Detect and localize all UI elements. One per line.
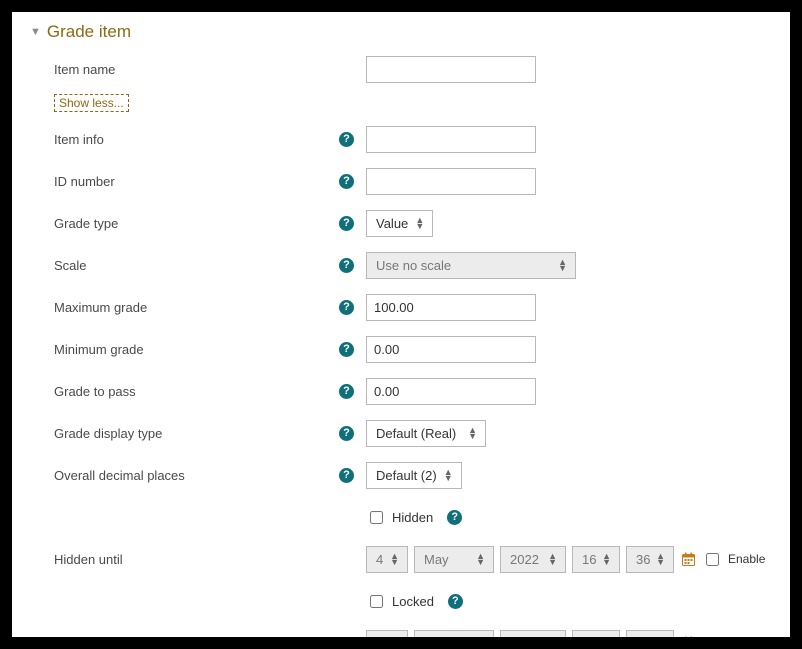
label-locked: Locked bbox=[392, 594, 434, 609]
row-grade-type: Grade type ? Value ▲▼ bbox=[30, 206, 772, 240]
hidden-until-day[interactable]: 4 ▲▼ bbox=[366, 546, 408, 573]
sort-icon: ▲▼ bbox=[548, 553, 557, 565]
sort-icon: ▲▼ bbox=[468, 427, 477, 439]
help-icon[interactable]: ? bbox=[339, 300, 354, 315]
hidden-until-year[interactable]: 2022 ▲▼ bbox=[500, 546, 566, 573]
calendar-icon[interactable] bbox=[680, 551, 696, 567]
label-item-name: Item name bbox=[54, 62, 115, 77]
help-icon[interactable]: ? bbox=[447, 510, 462, 525]
row-decimal-places: Overall decimal places ? Default (2) ▲▼ bbox=[30, 458, 772, 492]
label-enable: Enable bbox=[728, 552, 765, 566]
label-id-number: ID number bbox=[54, 174, 115, 189]
row-hidden: Hidden ? bbox=[30, 500, 772, 534]
row-min-grade: Minimum grade ? bbox=[30, 332, 772, 366]
display-type-select[interactable]: Default (Real) ▲▼ bbox=[366, 420, 486, 447]
row-id-number: ID number ? bbox=[30, 164, 772, 198]
help-icon[interactable]: ? bbox=[339, 384, 354, 399]
lock-after-hour[interactable]: 16 ▲▼ bbox=[572, 630, 620, 638]
hidden-until-month[interactable]: May ▲▼ bbox=[414, 546, 494, 573]
row-locked: Locked ? bbox=[30, 584, 772, 618]
label-grade-to-pass: Grade to pass bbox=[54, 384, 136, 399]
grade-item-panel: ▼ Grade item Item name Show less... Item… bbox=[12, 12, 790, 637]
row-display-type: Grade display type ? Default (Real) ▲▼ bbox=[30, 416, 772, 450]
label-hidden: Hidden bbox=[392, 510, 433, 525]
sort-icon: ▲▼ bbox=[415, 217, 424, 229]
lock-after-day[interactable]: 4 ▲▼ bbox=[366, 630, 408, 638]
label-scale: Scale bbox=[54, 258, 87, 273]
row-grade-to-pass: Grade to pass ? bbox=[30, 374, 772, 408]
grade-to-pass-input[interactable] bbox=[366, 378, 536, 405]
help-icon[interactable]: ? bbox=[339, 468, 354, 483]
label-item-info: Item info bbox=[54, 132, 104, 147]
id-number-input[interactable] bbox=[366, 168, 536, 195]
section-title: Grade item bbox=[47, 22, 131, 42]
help-icon[interactable]: ? bbox=[339, 426, 354, 441]
label-enable: Enable bbox=[728, 636, 765, 637]
calendar-icon[interactable] bbox=[680, 635, 696, 637]
row-max-grade: Maximum grade ? bbox=[30, 290, 772, 324]
lock-after-minute[interactable]: 36 ▲▼ bbox=[626, 630, 674, 638]
sort-icon: ▲▼ bbox=[558, 259, 567, 271]
hidden-until-enable-checkbox[interactable] bbox=[706, 553, 719, 566]
grade-type-select[interactable]: Value ▲▼ bbox=[366, 210, 433, 237]
min-grade-input[interactable] bbox=[366, 336, 536, 363]
help-icon[interactable]: ? bbox=[339, 174, 354, 189]
row-scale: Scale ? Use no scale ▲▼ bbox=[30, 248, 772, 282]
lock-after-year[interactable]: 2022 ▲▼ bbox=[500, 630, 566, 638]
scale-select: Use no scale ▲▼ bbox=[366, 252, 576, 279]
sort-icon: ▲▼ bbox=[602, 553, 611, 565]
label-display-type: Grade display type bbox=[54, 426, 162, 441]
row-lock-after: Lock after 4 ▲▼ May ▲▼ 2022 ▲▼ 16 ▲▼ 36 bbox=[30, 626, 772, 637]
show-less-link[interactable]: Show less... bbox=[54, 94, 129, 112]
hidden-checkbox[interactable] bbox=[370, 511, 383, 524]
label-decimal-places: Overall decimal places bbox=[54, 468, 185, 483]
lock-after-month[interactable]: May ▲▼ bbox=[414, 630, 494, 638]
help-icon[interactable]: ? bbox=[339, 342, 354, 357]
row-hidden-until: Hidden until 4 ▲▼ May ▲▼ 2022 ▲▼ 16 ▲▼ 3… bbox=[30, 542, 772, 576]
lock-after-enable-checkbox[interactable] bbox=[706, 637, 719, 638]
sort-icon: ▲▼ bbox=[476, 553, 485, 565]
sort-icon: ▲▼ bbox=[656, 553, 665, 565]
max-grade-input[interactable] bbox=[366, 294, 536, 321]
locked-checkbox[interactable] bbox=[370, 595, 383, 608]
label-lock-after: Lock after bbox=[54, 636, 111, 638]
sort-icon: ▲▼ bbox=[444, 469, 453, 481]
decimal-places-select[interactable]: Default (2) ▲▼ bbox=[366, 462, 462, 489]
hidden-until-hour[interactable]: 16 ▲▼ bbox=[572, 546, 620, 573]
sort-icon: ▲▼ bbox=[390, 553, 399, 565]
help-icon[interactable]: ? bbox=[339, 132, 354, 147]
label-hidden-until: Hidden until bbox=[54, 552, 123, 567]
caret-down-icon: ▼ bbox=[30, 26, 41, 38]
item-info-input[interactable] bbox=[366, 126, 536, 153]
hidden-until-minute[interactable]: 36 ▲▼ bbox=[626, 546, 674, 573]
row-item-name: Item name bbox=[30, 52, 772, 86]
help-icon[interactable]: ? bbox=[339, 258, 354, 273]
item-name-input[interactable] bbox=[366, 56, 536, 83]
label-max-grade: Maximum grade bbox=[54, 300, 147, 315]
row-item-info: Item info ? bbox=[30, 122, 772, 156]
label-min-grade: Minimum grade bbox=[54, 342, 144, 357]
help-icon[interactable]: ? bbox=[448, 594, 463, 609]
help-icon[interactable]: ? bbox=[339, 216, 354, 231]
label-grade-type: Grade type bbox=[54, 216, 118, 231]
section-header[interactable]: ▼ Grade item bbox=[30, 22, 772, 42]
